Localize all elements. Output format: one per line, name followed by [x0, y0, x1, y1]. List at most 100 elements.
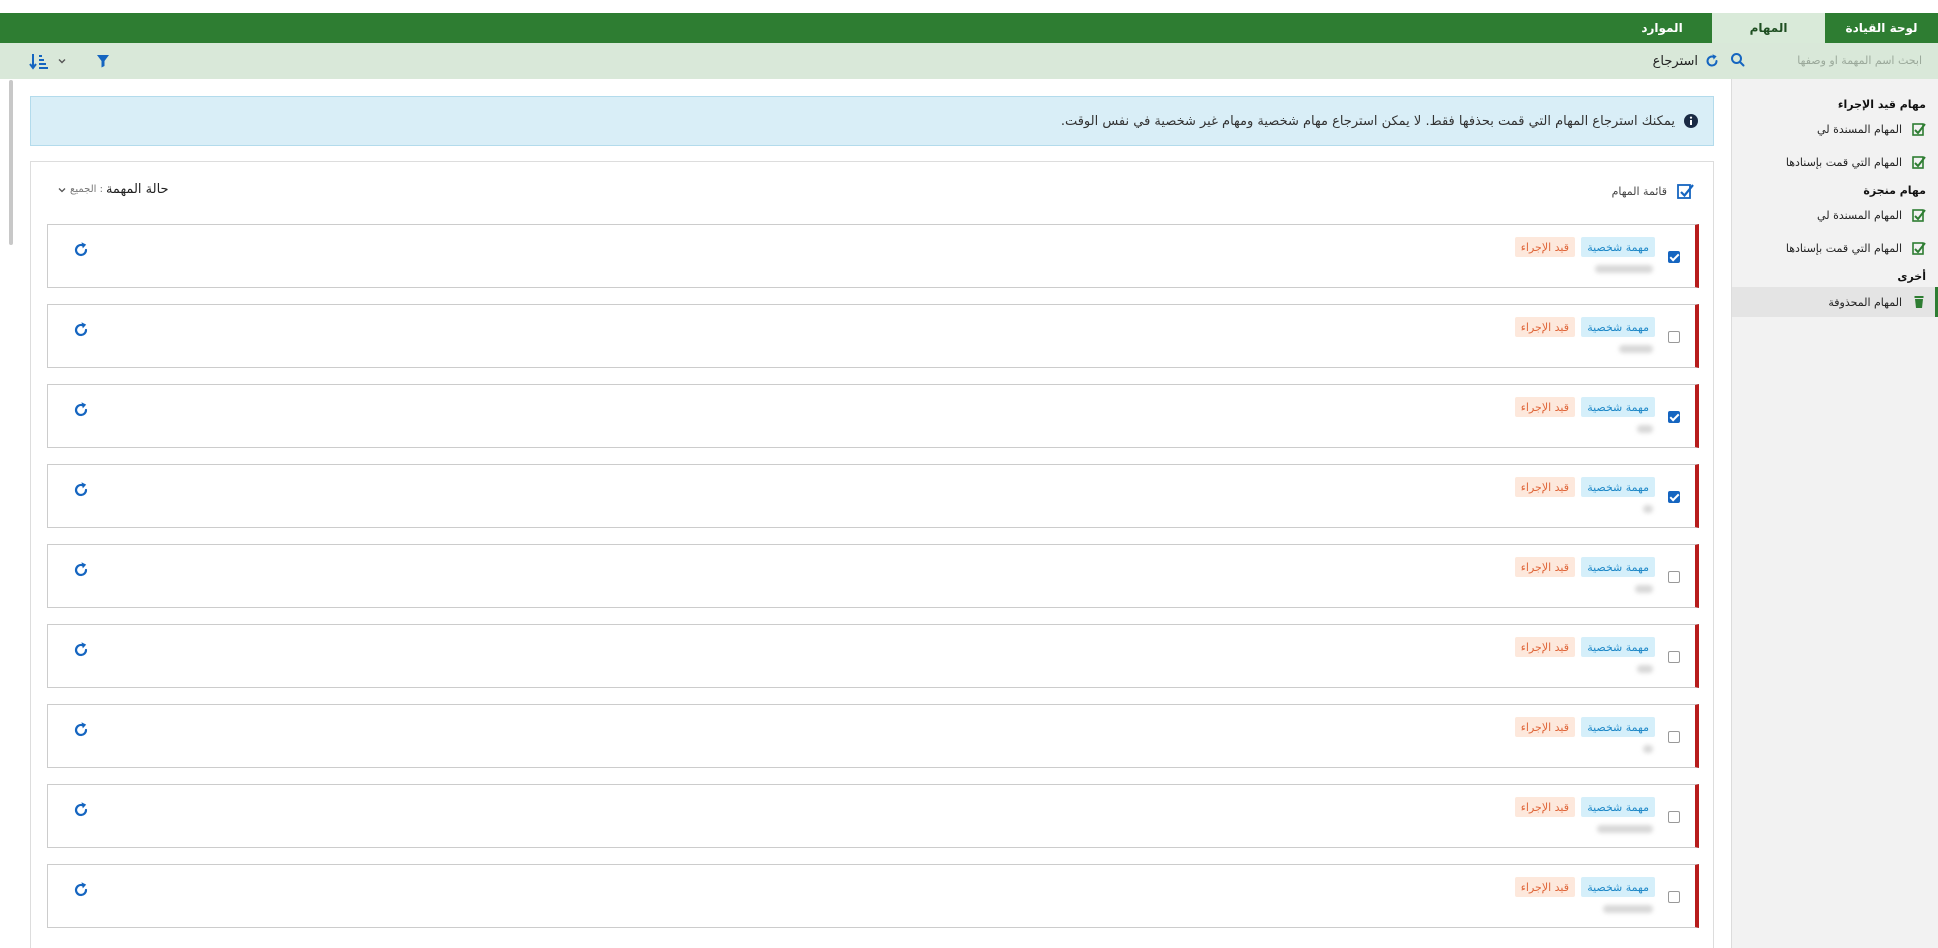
sidebar-item-completed-assigned-by-me[interactable]: المهام التي قمت بإسنادها: [1732, 236, 1938, 260]
task-status-badge: قيد الإجراء: [1514, 237, 1575, 257]
panel-header: قائمة المهام حالة المهمة : الجميع: [31, 180, 1713, 204]
task-type-badge: مهمة شخصية: [1581, 397, 1655, 417]
tab-tasks[interactable]: المهام: [1712, 13, 1825, 43]
chevron-down-icon: [58, 59, 66, 64]
status-filter-dropdown[interactable]: حالة المهمة : الجميع: [57, 182, 169, 197]
task-name-redacted: [1595, 265, 1653, 273]
task-checkbox[interactable]: [1668, 331, 1680, 343]
task-name-redacted: [1643, 505, 1653, 513]
task-checkbox[interactable]: [1668, 731, 1680, 743]
tab-resources[interactable]: الموارد: [1612, 13, 1712, 43]
panel-title: قائمة المهام: [1612, 182, 1695, 200]
sidebar-item-inprogress-assigned-to-me[interactable]: المهام المسندة لي: [1732, 117, 1938, 141]
refresh-icon[interactable]: [72, 241, 90, 259]
main-content: يمكنك استرجاع المهام التي قمت بحذفها فقط…: [0, 79, 1730, 948]
task-name-redacted: [1643, 745, 1653, 753]
scrollbar[interactable]: [9, 80, 13, 245]
info-alert: يمكنك استرجاع المهام التي قمت بحذفها فقط…: [30, 96, 1714, 146]
sidebar-item-label: المهام التي قمت بإسنادها: [1785, 241, 1902, 255]
task-name-redacted: [1635, 585, 1653, 593]
task-list: مهمة شخصية قيد الإجراء مهمة شخصية قيد الإجر…: [47, 224, 1699, 944]
task-type-badge: مهمة شخصية: [1581, 637, 1655, 657]
restore-label: استرجاع: [1652, 53, 1698, 69]
refresh-icon[interactable]: [72, 401, 90, 419]
sidebar-item-deleted-tasks[interactable]: المهام المحذوفة: [1732, 287, 1938, 317]
sort-icon: [29, 54, 48, 70]
refresh-icon[interactable]: [72, 561, 90, 579]
tab-dashboard[interactable]: لوحة القيادة: [1825, 13, 1938, 43]
task-name-redacted: [1637, 425, 1653, 433]
top-nav-bar: لوحة القيادة المهام الموارد: [0, 13, 1938, 43]
refresh-icon[interactable]: [72, 641, 90, 659]
task-name-redacted: [1637, 665, 1653, 673]
sidebar-item-label: المهام المسندة لي: [1817, 208, 1902, 222]
filter-icon: [97, 55, 109, 68]
search-input[interactable]: [1768, 48, 1938, 72]
task-status-badge: قيد الإجراء: [1514, 557, 1575, 577]
task-checkbox[interactable]: [1668, 491, 1680, 503]
filter-button[interactable]: [95, 51, 111, 71]
refresh-icon[interactable]: [72, 321, 90, 339]
task-status-badge: قيد الإجراء: [1514, 477, 1575, 497]
info-message: يمكنك استرجاع المهام التي قمت بحذفها فقط…: [1060, 113, 1675, 129]
task-type-badge: مهمة شخصية: [1581, 317, 1655, 337]
task-status-badge: قيد الإجراء: [1514, 717, 1575, 737]
tasks-panel: قائمة المهام حالة المهمة : الجميع مهمة ش…: [30, 161, 1714, 948]
task-checkbox[interactable]: [1668, 251, 1680, 263]
task-name-redacted: [1597, 825, 1653, 833]
task-type-badge: مهمة شخصية: [1581, 797, 1655, 817]
task-check-icon: [1912, 123, 1926, 136]
task-check-icon: [1912, 156, 1926, 169]
task-checkbox[interactable]: [1668, 571, 1680, 583]
task-type-badge: مهمة شخصية: [1581, 877, 1655, 897]
task-checkbox[interactable]: [1668, 811, 1680, 823]
search-box: [1728, 47, 1938, 73]
task-row[interactable]: مهمة شخصية قيد الإجراء: [47, 864, 1699, 928]
sidebar-item-label: المهام المسندة لي: [1817, 122, 1902, 136]
task-row[interactable]: مهمة شخصية قيد الإجراء: [47, 464, 1699, 528]
task-status-badge: قيد الإجراء: [1514, 317, 1575, 337]
task-status-badge: قيد الإجراء: [1514, 797, 1575, 817]
chevron-down-icon: [58, 187, 66, 192]
task-checkbox[interactable]: [1668, 411, 1680, 423]
task-row[interactable]: مهمة شخصية قيد الإجراء: [47, 624, 1699, 688]
task-checkbox[interactable]: [1668, 651, 1680, 663]
sort-menu-button[interactable]: [29, 51, 67, 71]
task-status-badge: قيد الإجراء: [1514, 877, 1575, 897]
task-check-icon: [1912, 209, 1926, 222]
panel-title-text: قائمة المهام: [1611, 184, 1667, 198]
refresh-icon[interactable]: [72, 881, 90, 899]
sidebar-item-completed-assigned-to-me[interactable]: المهام المسندة لي: [1732, 203, 1938, 227]
task-row[interactable]: مهمة شخصية قيد الإجراء: [47, 784, 1699, 848]
status-filter-value: : الجميع: [70, 184, 103, 195]
info-icon: [1684, 114, 1698, 128]
task-row[interactable]: مهمة شخصية قيد الإجراء: [47, 544, 1699, 608]
sidebar-heading-completed: مهام منجزة: [1863, 184, 1926, 197]
task-row[interactable]: مهمة شخصية قيد الإجراء: [47, 224, 1699, 288]
task-status-badge: قيد الإجراء: [1514, 397, 1575, 417]
search-icon[interactable]: [1728, 50, 1748, 70]
refresh-icon[interactable]: [72, 721, 90, 739]
task-name-redacted: [1603, 905, 1653, 913]
task-type-badge: مهمة شخصية: [1581, 477, 1655, 497]
task-status-badge: قيد الإجراء: [1514, 637, 1575, 657]
task-name-redacted: [1619, 345, 1653, 353]
sidebar-heading-other: أخرى: [1897, 270, 1926, 283]
sidebar-item-label: المهام التي قمت بإسنادها: [1785, 155, 1902, 169]
task-row[interactable]: مهمة شخصية قيد الإجراء: [47, 384, 1699, 448]
sidebar-item-inprogress-assigned-by-me[interactable]: المهام التي قمت بإسنادها: [1732, 150, 1938, 174]
task-row[interactable]: مهمة شخصية قيد الإجراء: [47, 704, 1699, 768]
task-checkbox[interactable]: [1668, 891, 1680, 903]
task-list-icon: [1677, 184, 1694, 199]
task-type-badge: مهمة شخصية: [1581, 717, 1655, 737]
sidebar-heading-in-progress: مهام قيد الإجراء: [1837, 98, 1926, 111]
status-filter-label: حالة المهمة: [105, 182, 169, 197]
restore-button[interactable]: استرجاع: [1653, 49, 1720, 73]
refresh-icon[interactable]: [72, 801, 90, 819]
sidebar-item-label: المهام المحذوفة: [1828, 295, 1902, 309]
refresh-icon[interactable]: [72, 481, 90, 499]
task-row[interactable]: مهمة شخصية قيد الإجراء: [47, 304, 1699, 368]
task-type-badge: مهمة شخصية: [1581, 557, 1655, 577]
trash-icon: [1914, 296, 1924, 308]
sidebar: مهام قيد الإجراء المهام المسندة لي المها…: [1731, 79, 1938, 948]
